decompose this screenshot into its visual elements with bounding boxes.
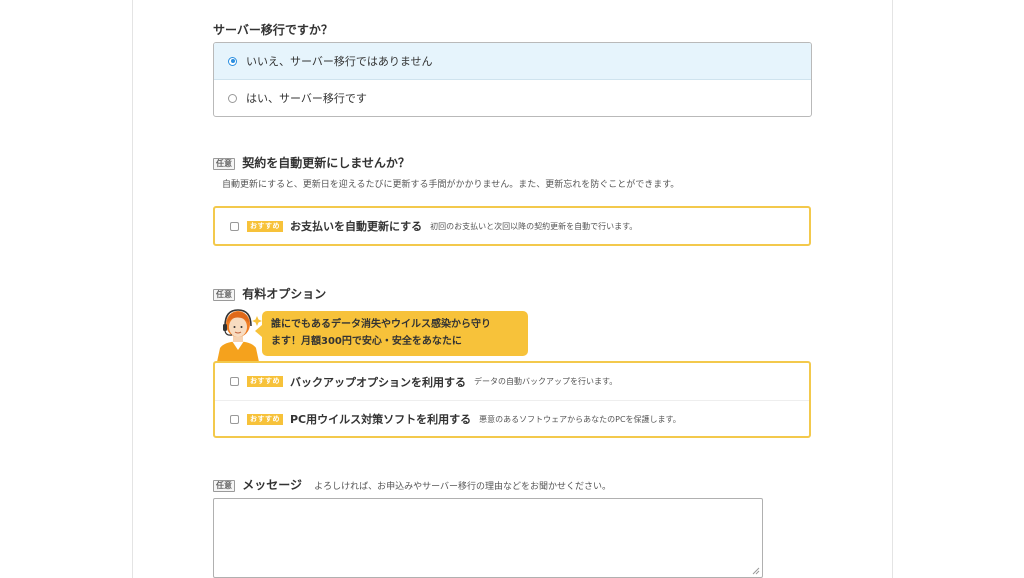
auto-renew-heading: 任意 契約を自動更新にしませんか？	[213, 154, 410, 171]
backup-desc: データの自動バックアップを行います。	[474, 377, 618, 386]
message-textarea[interactable]	[213, 498, 763, 578]
promo-line-1: 誰にでもあるデータ消失やウイルス感染から守り	[271, 319, 491, 330]
radio-button[interactable]	[228, 93, 237, 103]
auto-renew-option-box: おすすめ お支払いを自動更新にする 初回のお支払いと次回以降の契約更新を自動で行…	[213, 206, 811, 246]
server-migration-radio-group: いいえ、サーバー移行ではありません はい、サーバー移行です	[213, 42, 812, 117]
message-heading: 任意 メッセージ よろしければ、お申込みやサーバー移行の理由などをお聞かせくださ…	[213, 476, 611, 493]
backup-label: バックアップオプションを利用する	[290, 375, 466, 389]
paid-options-heading: 任意 有料オプション	[213, 285, 326, 302]
recommend-badge: おすすめ	[247, 220, 283, 232]
radio-option-no-migration[interactable]: いいえ、サーバー移行ではありません	[214, 43, 811, 80]
radio-option-label: はい、サーバー移行です	[246, 92, 367, 105]
recommend-badge: おすすめ	[247, 376, 283, 387]
optional-tag: 任意	[213, 288, 235, 301]
auto-renew-option[interactable]: おすすめ お支払いを自動更新にする 初回のお支払いと次回以降の契約更新を自動で行…	[215, 208, 637, 244]
auto-renew-desc: 初回のお支払いと次回以降の契約更新を自動で行います。	[430, 221, 638, 231]
message-note: よろしければ、お申込みやサーバー移行の理由などをお聞かせください。	[314, 482, 612, 492]
optional-tag: 任意	[213, 479, 235, 492]
resize-handle-icon[interactable]	[752, 567, 760, 575]
paid-options-title: 有料オプション	[242, 287, 327, 301]
promo-speech-bubble: 誰にでもあるデータ消失やウイルス感染から守り ます！月額300円で安心・安全をあ…	[255, 311, 528, 356]
recommend-badge: おすすめ	[247, 413, 283, 425]
message-title: メッセージ	[242, 478, 302, 492]
radio-option-migration[interactable]: はい、サーバー移行です	[214, 80, 811, 116]
optional-tag: 任意	[213, 157, 235, 170]
paid-options-box: おすすめ バックアップオプションを利用する データの自動バックアップを行います。…	[213, 361, 811, 438]
antivirus-label: PC用ウイルス対策ソフトを利用する	[290, 413, 472, 426]
radio-option-label: いいえ、サーバー移行ではありません	[246, 55, 433, 68]
server-migration-heading: サーバー移行ですか？	[213, 23, 333, 37]
auto-renew-note: 自動更新にすると、更新日を迎えるたびに更新する手間がかかりません。また、更新忘れ…	[222, 180, 680, 190]
auto-renew-question: 契約を自動更新にしませんか？	[242, 156, 410, 170]
radio-button-selected[interactable]	[228, 56, 237, 66]
auto-renew-checkbox[interactable]	[230, 221, 239, 231]
antivirus-option[interactable]: おすすめ PC用ウイルス対策ソフトを利用する 悪意のあるソフトウェアからあなたの…	[215, 401, 681, 437]
backup-checkbox[interactable]	[230, 377, 239, 386]
antivirus-checkbox[interactable]	[230, 414, 239, 424]
backup-option[interactable]: おすすめ バックアップオプションを利用する データの自動バックアップを行います。	[215, 363, 809, 401]
promo-line-2: ます！月額300円で安心・安全をあなたに	[271, 336, 462, 347]
auto-renew-label: お支払いを自動更新にする	[290, 220, 423, 233]
antivirus-desc: 悪意のあるソフトウェアからあなたのPCを保護します。	[479, 414, 681, 424]
